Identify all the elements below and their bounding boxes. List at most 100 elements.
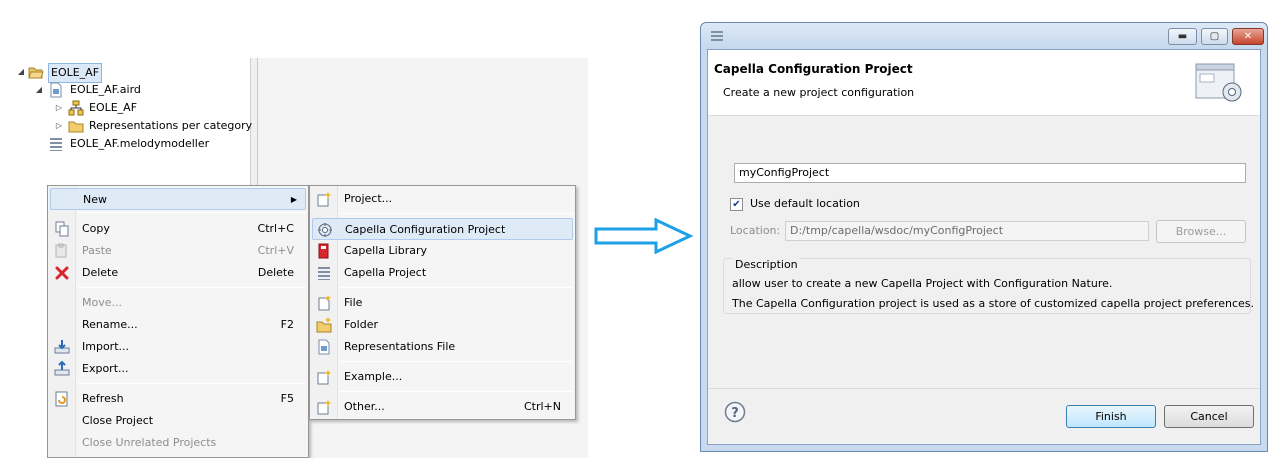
question-icon[interactable]: ? <box>724 401 746 426</box>
tree-item-label: EOLE_AF.aird <box>70 83 141 96</box>
menu-item-move[interactable]: Move... <box>50 292 306 314</box>
new-file-icon <box>316 295 332 311</box>
finish-button[interactable]: Finish <box>1066 405 1156 428</box>
submenu-item-representations-file[interactable]: Representations File <box>312 336 573 358</box>
menu-item-label: Capella Project <box>344 266 427 279</box>
dialog-body: Capella Configuration Project Create a n… <box>707 49 1261 445</box>
configuration-project-icon <box>317 222 333 238</box>
menu-item-label: Project... <box>344 192 393 205</box>
menu-item-label: Move... <box>82 296 122 309</box>
menu-item-label: Rename... <box>82 318 138 331</box>
open-folder-icon <box>28 64 44 80</box>
expand-arrow-icon[interactable]: ◢ <box>34 81 44 99</box>
submenu-item-folder[interactable]: Folder <box>312 314 573 336</box>
menu-item-label: Delete <box>82 266 119 279</box>
expand-arrow-icon[interactable]: ◢ <box>16 63 26 81</box>
submenu-item-library[interactable]: Capella Library <box>312 240 573 262</box>
other-wizard-icon <box>316 399 332 415</box>
submenu-item-configuration-project[interactable]: Capella Configuration Project <box>312 218 573 240</box>
menu-separator <box>340 391 573 392</box>
tree-item-label: EOLE_AF <box>48 63 103 83</box>
submenu-arrow-icon: ▶ <box>290 195 297 204</box>
menu-item-label: Capella Library <box>344 244 427 257</box>
project-name-input[interactable]: myConfigProject <box>734 163 1246 183</box>
browse-button[interactable]: Browse... <box>1156 220 1246 243</box>
maximize-button[interactable]: ▢ <box>1201 28 1228 45</box>
import-icon <box>54 339 70 355</box>
refresh-icon <box>54 391 70 407</box>
menu-item-label: Representations File <box>344 340 456 353</box>
cancel-button[interactable]: Cancel <box>1164 405 1254 428</box>
folder-icon <box>68 118 84 134</box>
menu-item-label: Import... <box>82 340 129 353</box>
menu-item-new[interactable]: New ▶ <box>50 188 306 210</box>
menu-item-close-project[interactable]: Close Project <box>50 410 306 432</box>
menu-item-label: Example... <box>344 370 403 383</box>
submenu-item-example[interactable]: Example... <box>312 366 573 388</box>
delete-icon <box>54 265 70 281</box>
wizard-subtitle: Create a new project configuration <box>723 86 915 99</box>
menu-item-shortcut: F2 <box>280 318 294 331</box>
aird-file-icon <box>48 82 64 98</box>
menu-item-import[interactable]: Import... <box>50 336 306 358</box>
window-titlebar[interactable]: ▬ ▢ ✕ <box>701 23 1267 49</box>
menu-item-label: File <box>344 296 363 309</box>
menu-item-refresh[interactable]: Refresh F5 <box>50 388 306 410</box>
menu-item-label: Folder <box>344 318 378 331</box>
menu-item-label: Refresh <box>82 392 124 405</box>
menu-item-shortcut: F5 <box>280 392 294 405</box>
menu-item-close-unrelated[interactable]: Close Unrelated Projects <box>50 432 306 454</box>
description-title: Description <box>733 258 800 271</box>
wizard-banner-icon <box>1194 58 1244 109</box>
submenu-item-project[interactable]: Project... <box>312 188 573 210</box>
menu-item-label: Other... <box>344 400 385 413</box>
close-button[interactable]: ✕ <box>1232 28 1264 45</box>
wizard-title: Capella Configuration Project <box>714 62 913 76</box>
menu-item-shortcut: Ctrl+N <box>523 400 561 413</box>
location-label: Location: <box>730 224 781 237</box>
menu-item-label: Copy <box>82 222 110 235</box>
description-group: Description allow user to create a new C… <box>723 258 1254 314</box>
menu-item-label: Export... <box>82 362 129 375</box>
representations-file-icon <box>316 339 332 355</box>
wizard-footer: ? Finish Cancel <box>708 388 1260 444</box>
menu-item-label: Paste <box>82 244 112 257</box>
new-folder-icon <box>316 317 332 333</box>
menu-item-shortcut: Ctrl+C <box>257 222 294 235</box>
submenu-item-capella-project[interactable]: Capella Project <box>312 262 573 284</box>
export-icon <box>54 360 70 377</box>
use-default-location-label: Use default location <box>750 197 860 210</box>
minimize-button[interactable]: ▬ <box>1168 28 1197 45</box>
menu-item-label: New <box>83 193 107 206</box>
wizard-content: myConfigProject ✔ Use default location L… <box>708 116 1260 388</box>
menu-item-export[interactable]: Export... <box>50 358 306 380</box>
submenu-item-other[interactable]: Other... Ctrl+N <box>312 396 573 418</box>
menu-separator <box>340 213 573 214</box>
menu-item-label: Close Project <box>82 414 154 427</box>
menu-item-label: Capella Configuration Project <box>345 223 506 236</box>
library-icon <box>316 243 332 259</box>
menu-separator <box>78 212 306 213</box>
svg-text:?: ? <box>731 406 739 421</box>
menu-item-delete[interactable]: Delete Delete <box>50 262 306 284</box>
use-default-location-checkbox[interactable]: ✔ <box>730 198 743 211</box>
wizard-header: Capella Configuration Project Create a n… <box>708 50 1260 116</box>
example-icon <box>316 369 332 385</box>
location-input[interactable]: D:/tmp/capella/wsdoc/myConfigProject <box>785 221 1149 241</box>
menu-item-copy[interactable]: Copy Ctrl+C <box>50 218 306 240</box>
model-icon <box>68 100 84 116</box>
menu-separator <box>340 287 573 288</box>
new-project-icon <box>316 191 332 207</box>
menu-item-paste[interactable]: Paste Ctrl+V <box>50 240 306 262</box>
tree-item-label: EOLE_AF.melodymodeller <box>70 137 210 150</box>
menu-item-rename[interactable]: Rename... F2 <box>50 314 306 336</box>
copy-icon <box>54 221 70 237</box>
collapsed-arrow-icon[interactable]: ▷ <box>54 117 64 135</box>
window-menu-icon[interactable] <box>710 29 724 46</box>
submenu-item-file[interactable]: File <box>312 292 573 314</box>
menu-item-shortcut: Ctrl+V <box>257 244 294 257</box>
collapsed-arrow-icon[interactable]: ▷ <box>54 99 64 117</box>
melody-model-icon <box>48 136 64 152</box>
capella-project-icon <box>316 265 332 281</box>
tree-item-label: Representations per category <box>89 119 253 132</box>
